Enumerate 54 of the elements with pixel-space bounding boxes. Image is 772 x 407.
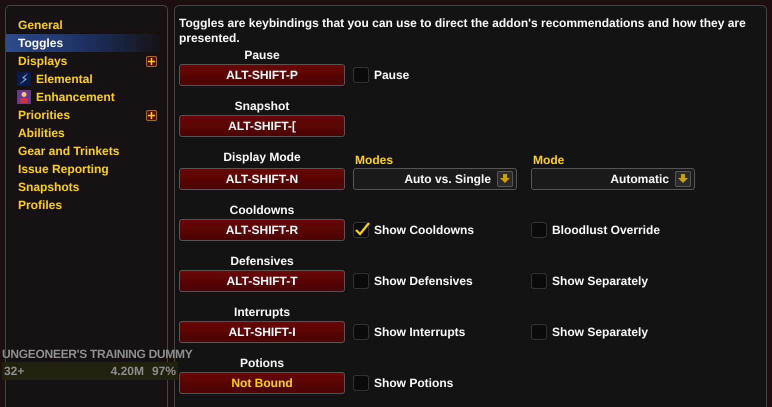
checkbox-label: Pause — [374, 67, 410, 84]
sidebar-item[interactable]: Displays — [6, 52, 165, 70]
sidebar-item[interactable]: Toggles — [6, 34, 165, 52]
checkbox[interactable] — [353, 273, 369, 289]
checkbox-label: Show Interrupts — [374, 324, 466, 341]
expand-plus-icon[interactable] — [146, 56, 157, 66]
dropdown-label: Mode — [533, 152, 564, 169]
checkbox[interactable] — [531, 222, 547, 238]
nameplate-percent: 97% — [152, 363, 176, 380]
toggle-label: Defensives — [229, 253, 295, 269]
sidebar-item[interactable]: Abilities — [6, 124, 165, 142]
checkbox[interactable] — [531, 273, 547, 289]
keybind-button[interactable]: ALT-SHIFT-R — [179, 219, 345, 241]
keybind-button[interactable]: ALT-SHIFT-P — [179, 64, 345, 86]
checkbox[interactable] — [353, 67, 369, 83]
toggle-label: Interrupts — [232, 304, 291, 320]
checkbox[interactable] — [531, 324, 547, 340]
toggle-label: Display Mode — [222, 149, 302, 165]
toggle-label: Pause — [243, 47, 281, 63]
checkbox[interactable] — [353, 375, 369, 391]
dropdown-label: Modes — [355, 152, 394, 169]
sidebar-item[interactable]: Elemental — [6, 70, 165, 88]
toggle-label: Snapshot — [234, 98, 290, 114]
sidebar-item[interactable]: Priorities — [6, 106, 165, 124]
checkbox-label: Show Separately — [552, 273, 648, 290]
sidebar-item[interactable]: General — [6, 16, 165, 34]
checkbox-label: Show Cooldowns — [374, 222, 474, 239]
keybind-button[interactable]: ALT-SHIFT-[ — [179, 115, 345, 137]
checkbox-label: Show Defensives — [374, 273, 473, 290]
nameplate-level: 32+ — [4, 363, 24, 380]
sidebar-item[interactable]: Snapshots — [6, 178, 165, 196]
keybind-button[interactable]: ALT-SHIFT-N — [179, 168, 345, 190]
checkbox[interactable] — [353, 324, 369, 340]
keybind-button[interactable]: Not Bound — [179, 372, 345, 394]
sidebar-item[interactable]: Enhancement — [6, 88, 165, 106]
figure-icon — [17, 90, 31, 104]
dropdown[interactable]: Automatic — [531, 168, 695, 190]
sidebar-item[interactable]: Profiles — [6, 196, 165, 214]
keybind-button[interactable]: ALT-SHIFT-T — [179, 270, 345, 292]
toggle-label: Cooldowns — [228, 202, 296, 218]
nameplate-health: 4.20M — [110, 363, 144, 380]
description-text: Toggles are keybindings that you can use to direct the addon's recommendations and how they are presented. — [179, 16, 747, 46]
dropdown[interactable]: Auto vs. Single — [353, 168, 517, 190]
checkbox-label: Show Separately — [552, 324, 648, 341]
toggle-label: Potions — [239, 355, 285, 371]
nameplate-name: UNGEONEER'S TRAINING DUMMY — [2, 346, 192, 362]
sidebar-item[interactable]: Issue Reporting — [6, 160, 165, 178]
lightning-icon — [17, 72, 31, 86]
checkbox-label: Show Potions — [374, 375, 454, 392]
checkbox-label: Bloodlust Override — [552, 222, 660, 239]
expand-plus-icon[interactable] — [146, 110, 157, 120]
checkbox[interactable] — [353, 222, 369, 238]
sidebar-item[interactable]: Gear and Trinkets — [6, 142, 165, 160]
keybind-button[interactable]: ALT-SHIFT-I — [179, 321, 345, 343]
